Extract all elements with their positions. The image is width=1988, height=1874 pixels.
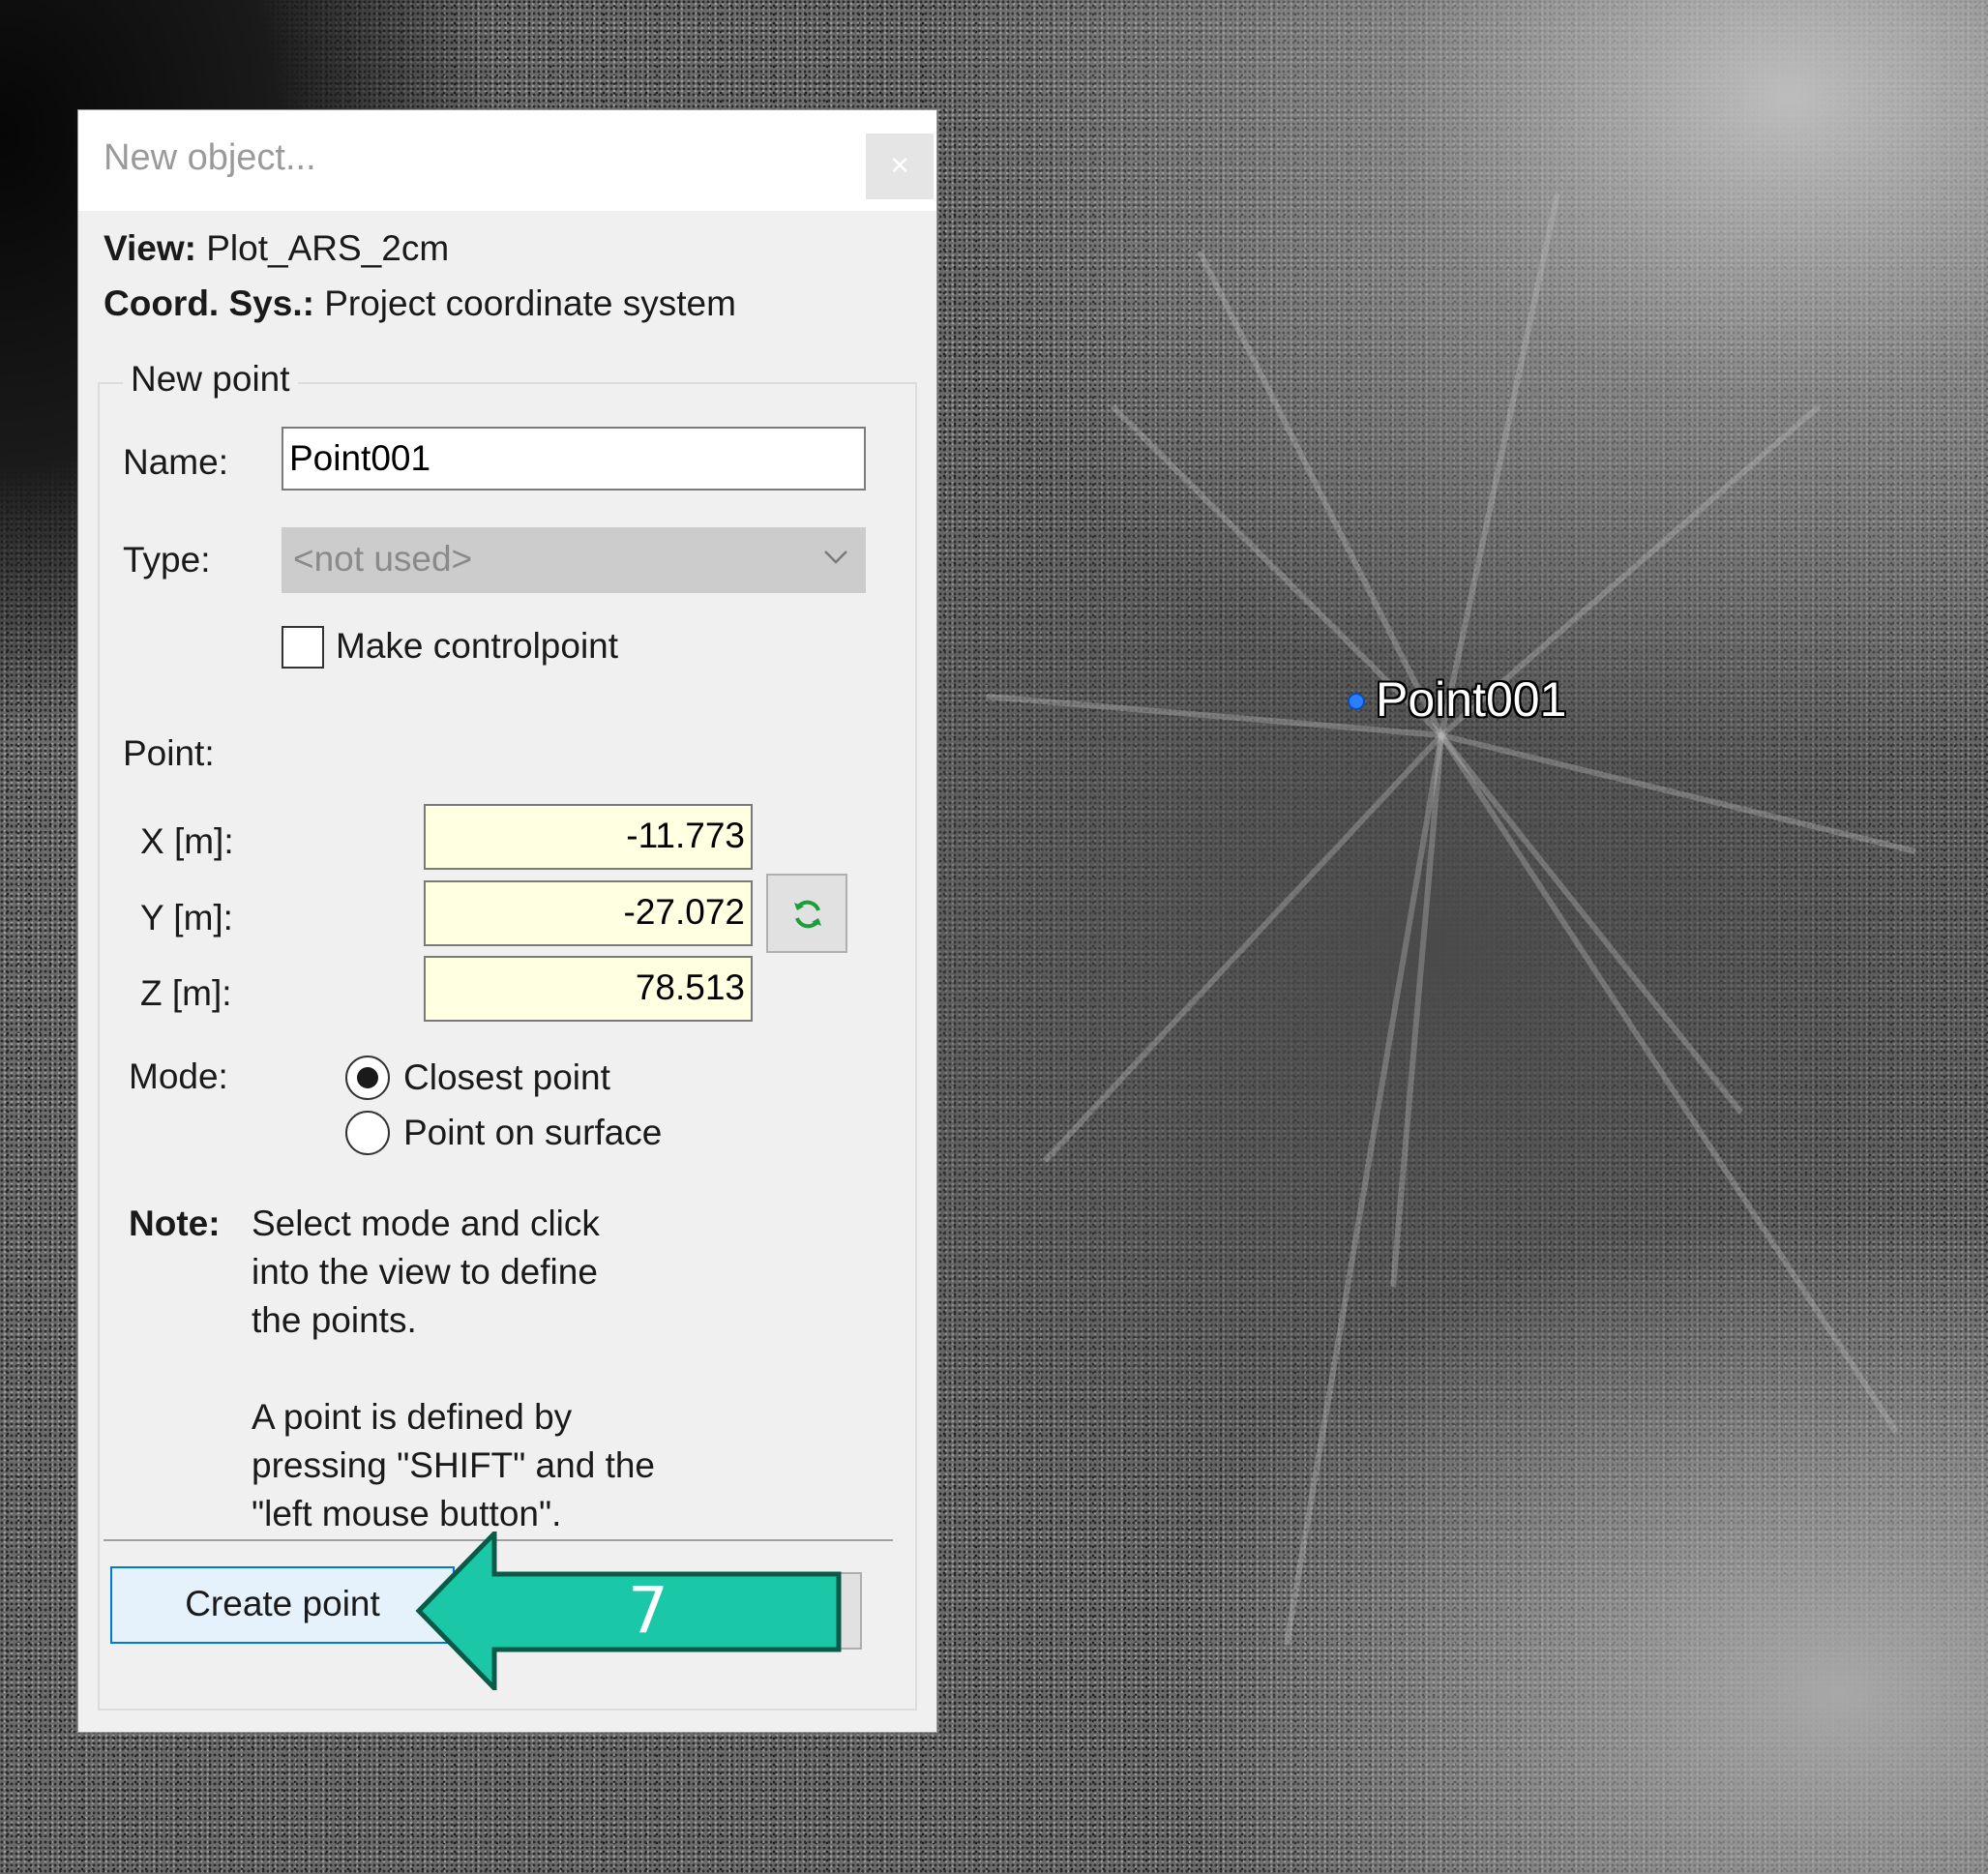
view-label: View: — [104, 228, 196, 268]
coord-sys-info: Coord. Sys.: Project coordinate system — [104, 283, 736, 324]
coord-sys-label: Coord. Sys.: — [104, 283, 314, 323]
title-bar[interactable]: New object... × — [78, 110, 936, 211]
type-select: <not used> — [282, 527, 866, 593]
note-line: A point is defined by — [252, 1397, 573, 1437]
note-label: Note: — [129, 1204, 221, 1243]
z-label: Z [m]: — [140, 973, 232, 1013]
make-controlpoint-label[interactable]: Make controlpoint — [336, 626, 618, 667]
note-line — [252, 1345, 655, 1393]
note-line: pressing "SHIFT" and the — [252, 1445, 656, 1485]
closest-point-label[interactable]: Closest point — [403, 1057, 610, 1098]
point-on-surface-label[interactable]: Point on surface — [403, 1113, 662, 1153]
close-button[interactable]: × — [866, 134, 934, 199]
create-point-button[interactable]: Create point — [110, 1566, 455, 1644]
point-on-surface-radio[interactable] — [345, 1111, 390, 1155]
view-value: Plot_ARS_2cm — [206, 228, 450, 268]
point-label: Point001 — [1376, 672, 1567, 727]
point-label: Point: — [123, 733, 215, 773]
view-info: View: Plot_ARS_2cm — [104, 228, 449, 269]
chevron-down-icon — [824, 550, 847, 564]
note-line: the points. — [252, 1300, 417, 1340]
note-line: Select mode and click — [252, 1204, 600, 1243]
group-title: New point — [123, 359, 298, 400]
type-value: <not used> — [293, 539, 473, 579]
mode-label: Mode: — [129, 1056, 228, 1096]
refresh-coordinates-button[interactable] — [766, 874, 847, 953]
type-label: Type: — [123, 540, 211, 580]
point-marker-icon — [1345, 690, 1368, 718]
step-number: 7 — [628, 1573, 668, 1648]
y-label: Y [m]: — [140, 898, 233, 937]
note-line: into the view to define — [252, 1252, 598, 1292]
make-controlpoint-checkbox[interactable] — [282, 626, 324, 669]
dialog-title: New object... — [104, 137, 316, 178]
refresh-icon — [794, 900, 821, 929]
new-object-dialog: New object... × View: Plot_ARS_2cm Coord… — [78, 110, 936, 1732]
radio-selected-dot — [357, 1067, 378, 1088]
x-coordinate-field[interactable]: -11.773 — [424, 804, 753, 870]
name-label: Name: — [123, 442, 228, 482]
note-text: Select mode and click into the view to d… — [252, 1200, 655, 1538]
closest-point-radio[interactable] — [345, 1056, 390, 1100]
coord-sys-value: Project coordinate system — [324, 283, 736, 323]
y-coordinate-field[interactable]: -27.072 — [424, 880, 753, 946]
name-input[interactable]: Point001 — [282, 427, 866, 491]
x-label: X [m]: — [140, 821, 234, 861]
z-coordinate-field[interactable]: 78.513 — [424, 956, 753, 1022]
